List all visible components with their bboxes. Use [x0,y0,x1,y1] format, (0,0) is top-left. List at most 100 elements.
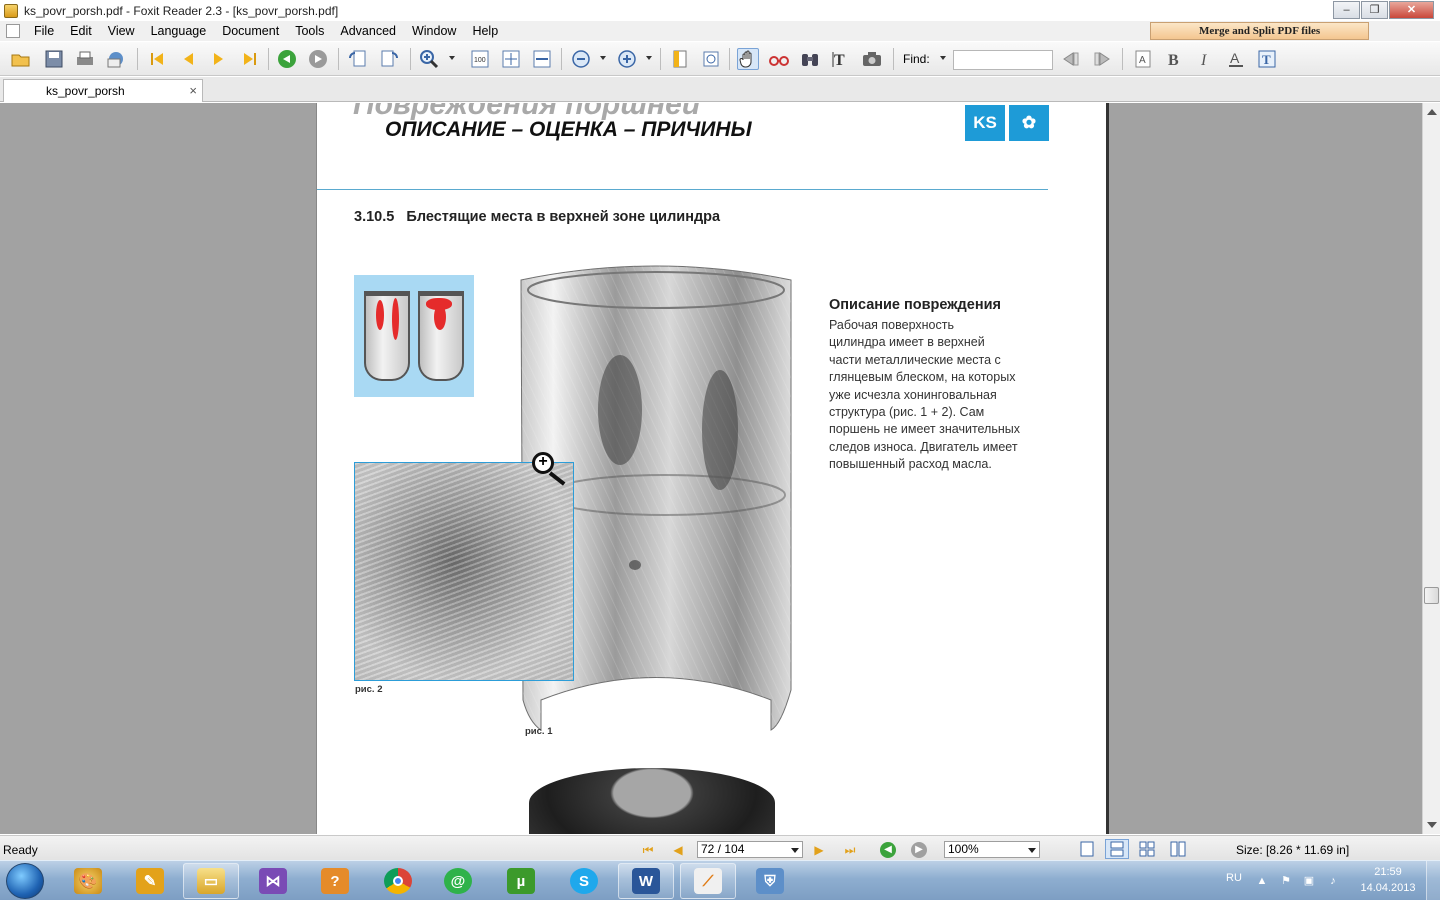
vertical-scrollbar[interactable] [1422,103,1440,834]
print-icon[interactable] [74,48,96,70]
zoom-dropdown-arrow[interactable] [449,56,455,60]
start-button[interactable] [6,863,44,899]
window-title: ks_povr_porsh.pdf - Foxit Reader 2.3 - [… [24,3,339,18]
email-icon[interactable] [105,48,127,70]
facing-view-icon[interactable] [1135,839,1159,859]
status-go-back-icon[interactable]: ◀ [880,842,896,858]
snapshot-page-icon[interactable] [700,48,722,70]
tab-ks-povr-porsh[interactable]: ks_povr_porsh × [3,79,203,102]
pdf-page: Повреждения поршней ОПИСАНИЕ – ОЦЕНКА – … [316,103,1109,834]
reading-glasses-icon[interactable] [768,48,790,70]
scrollbar-thumb[interactable] [1424,587,1439,604]
restore-button[interactable]: ❐ [1361,1,1388,19]
minimize-button[interactable]: ‒ [1333,1,1360,19]
bold-icon[interactable]: B [1163,48,1185,70]
underline-text-icon[interactable]: A [1225,48,1247,70]
menu-help[interactable]: Help [464,21,506,41]
menu-document[interactable]: Document [214,21,287,41]
page-number-select[interactable]: 72 / 104 [697,841,803,858]
zoom-out-dropdown-arrow[interactable] [600,56,606,60]
status-next-page-icon[interactable]: ▶ [811,842,827,858]
status-last-page-icon[interactable]: ⏭ [842,842,858,858]
fit-width-icon[interactable] [531,48,553,70]
status-go-forward-icon[interactable]: ▶ [911,842,927,858]
find-input[interactable] [953,50,1053,70]
document-viewport[interactable]: Повреждения поршней ОПИСАНИЕ – ОЦЕНКА – … [0,103,1422,834]
rotate-right-icon[interactable] [378,48,400,70]
actual-size-icon[interactable]: 100 [469,48,491,70]
zoom-plus-dropdown-arrow[interactable] [646,56,652,60]
tab-close-icon[interactable]: × [189,80,197,102]
word-icon[interactable]: W [618,863,674,899]
scroll-down-arrow[interactable] [1427,822,1437,828]
tray-expand-icon[interactable]: ▲ [1256,875,1268,887]
network-tray-icon[interactable]: ▣ [1303,875,1315,887]
volume-icon[interactable]: ♪ [1327,875,1339,887]
toolbar-separator [410,48,411,70]
find-next-icon[interactable] [1091,48,1113,70]
menu-window[interactable]: Window [404,21,464,41]
chevron-down-icon[interactable] [791,848,799,853]
find-options-arrow[interactable] [940,56,946,60]
installer-icon[interactable]: ? [307,863,363,899]
go-back-icon[interactable] [276,48,298,70]
continuous-view-icon[interactable] [1105,839,1129,859]
paint-icon[interactable]: 🎨 [60,863,116,899]
zoom-select[interactable]: 100% [944,841,1040,858]
find-previous-icon[interactable] [1060,48,1082,70]
binoculars-icon[interactable] [799,48,821,70]
main-toolbar: 100 T A B I A T [0,42,1440,76]
merge-split-promo-button[interactable]: Merge and Split PDF files [1150,22,1369,40]
foxit-reader-icon[interactable]: ⟋ [680,863,736,899]
chevron-down-icon[interactable] [1028,848,1036,853]
menu-file[interactable]: File [26,21,62,41]
page-size-text: Size: [8.26 * 11.69 in] [1236,843,1350,857]
go-forward-icon[interactable] [307,48,329,70]
visual-studio-icon[interactable]: ⋈ [245,863,301,899]
network-icon[interactable]: ⛨ [742,863,798,899]
menu-tools[interactable]: Tools [287,21,332,41]
italic-icon[interactable]: I [1194,48,1216,70]
menu-language[interactable]: Language [143,21,215,41]
clock-time[interactable]: 21:59 [1362,866,1414,878]
status-previous-page-icon[interactable]: ◀ [670,842,686,858]
next-page-icon[interactable] [208,48,230,70]
fit-page-icon[interactable] [500,48,522,70]
scroll-up-arrow[interactable] [1427,109,1437,115]
bookmark-icon[interactable] [669,48,691,70]
previous-page-icon[interactable] [177,48,199,70]
description-line: поршень не имеет значительных [829,422,1021,437]
language-indicator[interactable]: RU [1226,872,1242,884]
hand-tool-icon[interactable] [737,48,759,70]
mail-agent-icon[interactable]: @ [430,863,486,899]
open-icon[interactable] [10,48,32,70]
camera-icon[interactable] [861,48,883,70]
document-icon[interactable] [6,24,20,38]
zoom-out-icon[interactable] [570,48,592,70]
file-explorer-icon[interactable]: ▭ [183,863,239,899]
text-box-icon[interactable]: A [1132,48,1154,70]
chrome-icon[interactable] [370,863,426,899]
rotate-left-icon[interactable] [347,48,369,70]
zoom-plus-icon[interactable] [616,48,638,70]
save-icon[interactable] [43,48,65,70]
menu-view[interactable]: View [100,21,143,41]
skype-icon[interactable]: S [556,863,612,899]
menu-advanced[interactable]: Advanced [332,21,404,41]
clock-date[interactable]: 14.04.2013 [1358,882,1418,894]
utorrent-icon[interactable]: µ [493,863,549,899]
select-text-icon[interactable]: T [830,48,852,70]
typewriter-icon[interactable]: T [1256,48,1278,70]
foxit-icon[interactable]: ✎ [122,863,178,899]
status-first-page-icon[interactable]: ⏮ [640,842,656,858]
honing-closeup-photo[interactable] [354,462,574,681]
single-page-view-icon[interactable] [1075,839,1099,859]
first-page-icon[interactable] [146,48,168,70]
close-button[interactable]: ✕ [1389,1,1434,19]
show-desktop-button[interactable] [1426,861,1440,901]
action-center-flag-icon[interactable]: ⚑ [1280,875,1292,887]
last-page-icon[interactable] [239,48,261,70]
continuous-facing-view-icon[interactable] [1166,839,1190,859]
zoom-in-icon[interactable] [418,48,440,70]
menu-edit[interactable]: Edit [62,21,100,41]
